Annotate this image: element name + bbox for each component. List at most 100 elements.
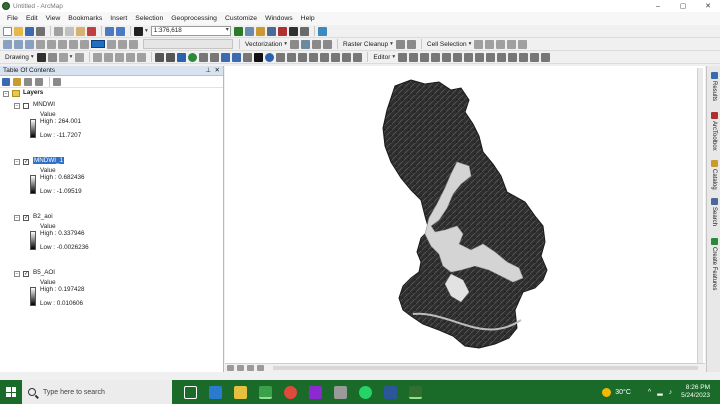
layer-name-selected[interactable]: MNDWI_1 <box>33 157 65 164</box>
menu-help[interactable]: Help <box>297 15 319 22</box>
reshape-icon[interactable] <box>475 52 485 62</box>
data-view-icon[interactable] <box>227 365 234 371</box>
map-scale-select[interactable]: 1:376,618 <box>150 26 231 36</box>
taskbar-search-box[interactable]: Type here to search <box>22 380 172 404</box>
toggle-draft-icon[interactable] <box>107 39 116 49</box>
find-icon[interactable] <box>309 52 319 62</box>
zoom-in-icon[interactable] <box>155 52 165 62</box>
go-to-xy-icon[interactable] <box>331 52 341 62</box>
redo-icon[interactable] <box>116 26 125 36</box>
layout-pan-icon[interactable] <box>25 39 34 49</box>
menu-selection[interactable]: Selection <box>131 15 167 22</box>
word-icon[interactable] <box>384 385 397 399</box>
volume-icon[interactable]: ♪ <box>669 389 673 396</box>
color-ramp-swatch[interactable] <box>30 175 36 194</box>
change-layout-icon[interactable] <box>129 39 138 49</box>
menu-windows[interactable]: Windows <box>261 15 297 22</box>
layer-expander[interactable]: − <box>14 271 20 277</box>
split-icon[interactable] <box>497 52 507 62</box>
minimize-button[interactable]: – <box>646 0 670 12</box>
go-back-icon[interactable] <box>221 52 231 62</box>
end-point-arc-icon[interactable] <box>431 52 441 62</box>
crosshair-icon[interactable] <box>518 39 528 49</box>
text-icon[interactable] <box>75 52 85 62</box>
arctoolbox-tab[interactable]: ArcToolbox <box>708 112 720 151</box>
font-size-icon[interactable] <box>104 52 114 62</box>
layer-expander[interactable]: − <box>14 103 20 109</box>
fixed-zoom-in-icon[interactable] <box>199 52 209 62</box>
zoom-whole-page-icon[interactable] <box>36 39 45 49</box>
pin-icon[interactable]: ⊥ <box>205 66 211 74</box>
paste-icon[interactable] <box>76 26 85 36</box>
close-window-button[interactable]: ✕ <box>696 0 720 12</box>
start-button[interactable] <box>0 380 22 404</box>
catalog-tab[interactable]: Catalog <box>708 160 720 190</box>
select-connected-cells-icon[interactable] <box>474 39 484 49</box>
color-ramp-swatch[interactable] <box>30 231 36 250</box>
app-icon[interactable] <box>334 385 347 399</box>
layer-name[interactable]: B2_aoi <box>33 213 53 220</box>
chrome-icon[interactable] <box>284 385 297 399</box>
show-hidden-icons-button[interactable]: ^ <box>648 389 651 396</box>
chevron-down-icon[interactable]: ▾ <box>390 41 393 47</box>
back-extent-icon[interactable] <box>69 39 78 49</box>
table-of-contents-icon[interactable] <box>244 26 254 36</box>
undo-icon[interactable] <box>105 26 114 36</box>
edge-browser-icon[interactable] <box>209 385 222 399</box>
clear-selection-icon[interactable] <box>507 39 517 49</box>
refresh-view-icon[interactable] <box>247 365 254 371</box>
copy-icon[interactable] <box>65 26 74 36</box>
measure-icon[interactable] <box>298 52 308 62</box>
cell-selection-settings-icon[interactable] <box>496 39 506 49</box>
cut-polygons-icon[interactable] <box>486 52 496 62</box>
arcmap-taskbar-icon[interactable] <box>259 385 272 399</box>
whatsapp-icon[interactable] <box>359 385 372 399</box>
chevron-down-icon[interactable]: ▾ <box>145 28 148 34</box>
layer-name[interactable]: B5_AOI <box>33 269 55 276</box>
interactive-selection-icon[interactable] <box>485 39 495 49</box>
create-features-tab[interactable]: Create Features <box>708 238 720 290</box>
options-icon[interactable] <box>53 77 61 86</box>
task-view-icon[interactable] <box>184 385 197 399</box>
chevron-down-icon[interactable]: ▾ <box>70 54 73 60</box>
save-icon[interactable] <box>25 26 34 36</box>
html-popup-icon[interactable] <box>287 52 297 62</box>
collapse-layers-icon[interactable]: − <box>3 91 9 97</box>
editor-toolbar-icon[interactable] <box>233 26 243 36</box>
focus-data-frame-icon[interactable] <box>118 39 127 49</box>
go-forward-icon[interactable] <box>232 52 242 62</box>
font-select-icon[interactable] <box>93 52 103 62</box>
point-icon[interactable] <box>453 52 463 62</box>
menu-customize[interactable]: Customize <box>221 15 261 22</box>
menu-geoprocessing[interactable]: Geoprocessing <box>167 15 221 22</box>
layout-zoom-out-icon[interactable] <box>14 39 23 49</box>
raster-cleanup-menu[interactable]: Raster Cleanup <box>343 41 388 48</box>
full-extent-icon[interactable] <box>188 52 198 62</box>
open-folder-icon[interactable] <box>14 26 23 36</box>
map-horizontal-scrollbar[interactable] <box>273 366 698 370</box>
chevron-down-icon[interactable]: ▾ <box>31 54 34 60</box>
search-tab[interactable]: Search <box>708 198 720 226</box>
menu-file[interactable]: File <box>3 15 22 22</box>
list-by-selection-icon[interactable] <box>35 77 43 86</box>
chevron-down-icon[interactable]: ▾ <box>392 54 395 60</box>
results-tab[interactable]: Results <box>708 72 720 101</box>
map-vertical-scrollbar[interactable] <box>697 68 703 363</box>
pause-drawing-icon[interactable] <box>257 365 264 371</box>
time-slider-icon[interactable] <box>342 52 352 62</box>
arcmap-window-icon[interactable] <box>409 385 422 399</box>
layers-root-label[interactable]: Layers <box>23 89 43 96</box>
layer-expander[interactable]: − <box>14 159 20 165</box>
select-features-icon[interactable] <box>243 52 253 62</box>
help-icon[interactable] <box>317 26 327 36</box>
chevron-down-icon[interactable]: ▾ <box>469 41 472 47</box>
hyperlink-icon[interactable] <box>276 52 286 62</box>
chevron-down-icon[interactable]: ▾ <box>284 41 287 47</box>
cut-icon[interactable] <box>54 26 63 36</box>
clock[interactable]: 8:26 PM 5/24/2023 <box>681 384 710 400</box>
edit-tool-icon[interactable] <box>398 52 408 62</box>
layout-view-icon[interactable] <box>237 365 244 371</box>
search-window-icon[interactable] <box>266 26 276 36</box>
editor-menu[interactable]: Editor <box>373 54 390 61</box>
vectorization-settings-icon[interactable] <box>289 39 299 49</box>
